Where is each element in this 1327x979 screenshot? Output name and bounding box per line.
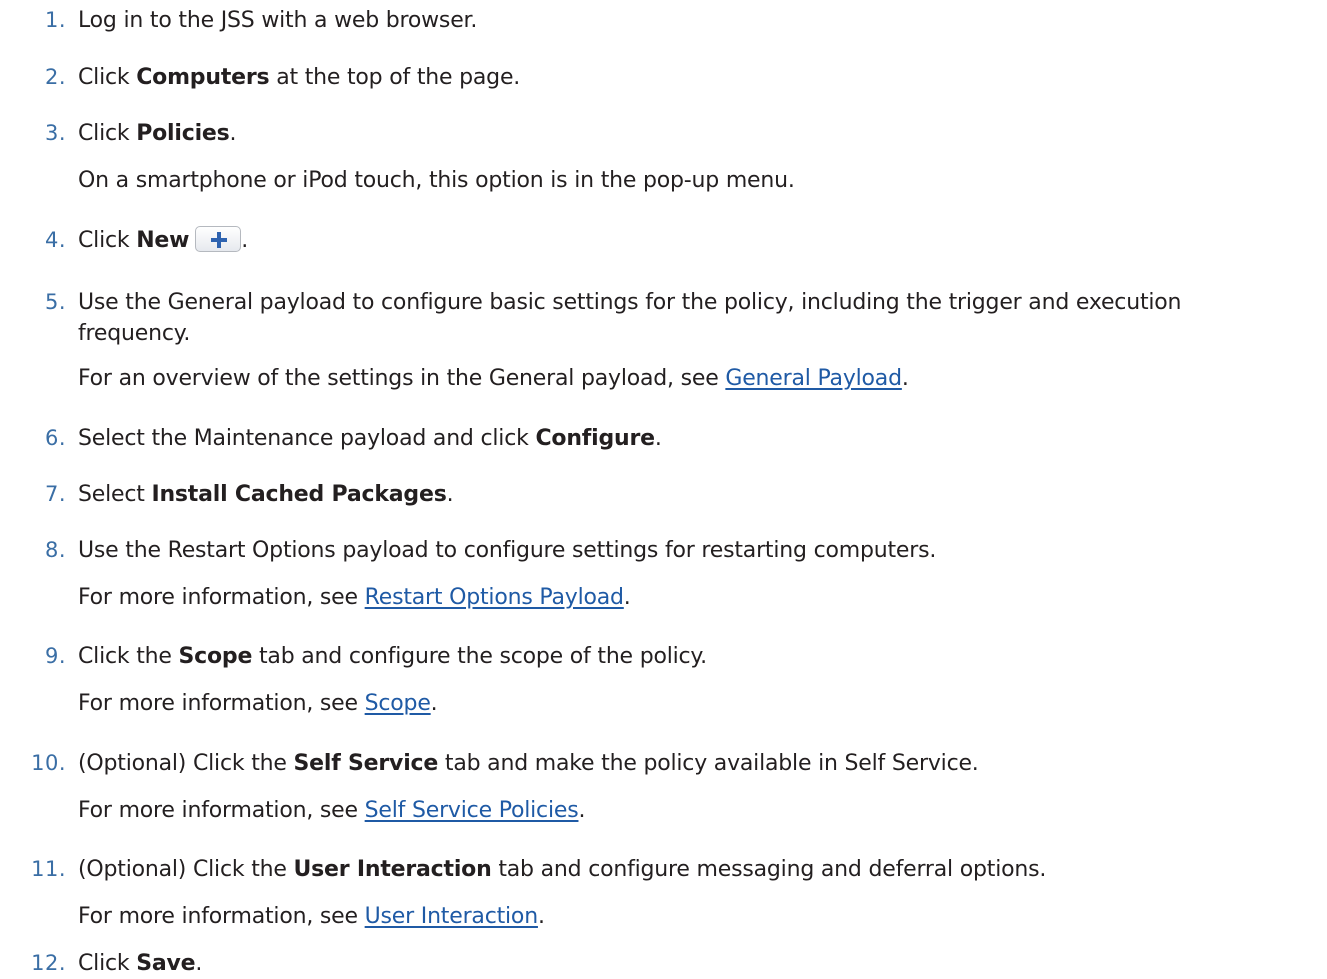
step-text: Click Computers at the top of the page. [78,65,521,90]
link-general-payload[interactable]: General Payload [725,366,902,391]
ui-term-computers: Computers [136,65,270,90]
step-text: Click Policies. [78,121,237,146]
step-note: For more information, see Scope. [78,691,438,716]
step-number: 2. [44,65,66,89]
link-user-interaction[interactable]: User Interaction [365,904,538,929]
step-text-line-1: Use the General payload to configure bas… [78,290,1182,315]
ui-term-install-cached-packages: Install Cached Packages [151,482,447,507]
step-note: For an overview of the settings in the G… [78,366,909,391]
new-button[interactable] [195,226,242,252]
step-number: 10. [31,751,66,775]
link-self-service-policies[interactable]: Self Service Policies [365,798,579,823]
ui-term-configure: Configure [535,426,655,451]
ui-term-user-interaction: User Interaction [293,857,492,882]
ui-term-new: New [136,228,190,253]
step-number: 8. [44,538,66,562]
step-number: 12. [31,951,66,975]
ui-term-scope: Scope [178,644,253,669]
step-text: Click New. [78,226,249,253]
ui-term-save: Save [136,951,196,976]
step-note: For more information, see User Interacti… [78,904,545,929]
ui-term-self-service: Self Service [293,751,439,776]
step-number: 3. [44,121,66,145]
link-scope[interactable]: Scope [365,691,431,716]
step-number: 6. [44,426,66,450]
step-number: 1. [44,8,66,32]
step-note: On a smartphone or iPod touch, this opti… [78,168,795,193]
step-text: (Optional) Click the User Interaction ta… [78,857,1047,882]
link-restart-options-payload[interactable]: Restart Options Payload [365,585,624,610]
step-number: 5. [44,290,66,314]
step-number: 4. [44,228,66,252]
step-number: 9. [44,644,66,668]
step-text: Select Install Cached Packages. [78,482,454,507]
step-note: For more information, see Self Service P… [78,798,586,823]
step-text: Log in to the JSS with a web browser. [78,8,478,33]
step-text: Click the Scope tab and configure the sc… [78,644,707,669]
step-text: (Optional) Click the Self Service tab an… [78,751,979,776]
step-number: 11. [31,857,66,881]
step-text: Use the Restart Options payload to confi… [78,538,937,563]
step-text: Click Save. [78,951,203,976]
step-text: Select the Maintenance payload and click… [78,426,662,451]
step-number: 7. [44,482,66,506]
step-note: For more information, see Restart Option… [78,585,631,610]
step-text-line-2: frequency. [78,321,191,346]
ui-term-policies: Policies [136,121,230,146]
plus-icon [211,232,228,248]
